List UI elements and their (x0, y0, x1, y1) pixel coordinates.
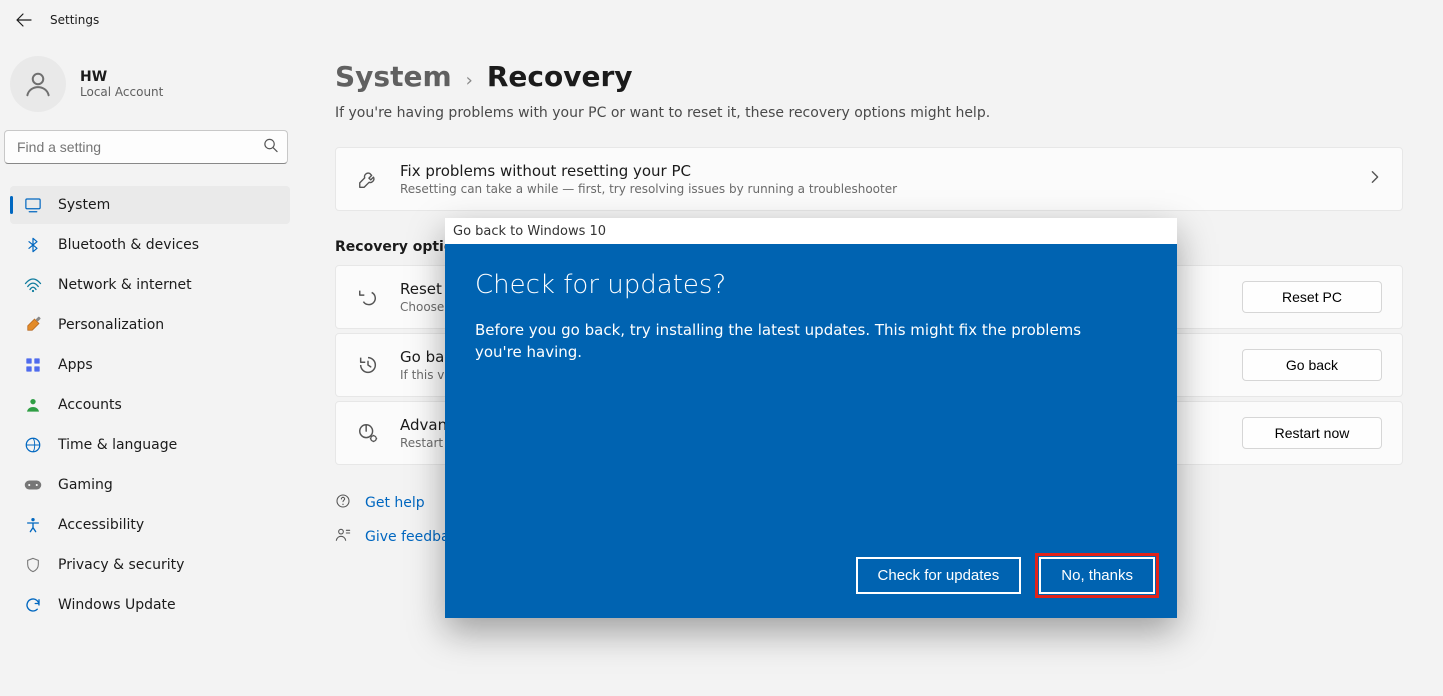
wrench-icon (356, 168, 380, 190)
apps-icon (24, 356, 42, 374)
sidebar-item-windows-update[interactable]: Windows Update (10, 586, 290, 624)
go-back-dialog: Go back to Windows 10 Check for updates?… (445, 218, 1177, 618)
no-thanks-button[interactable]: No, thanks (1039, 557, 1155, 594)
go-back-button[interactable]: Go back (1242, 349, 1382, 381)
history-icon (356, 354, 380, 376)
account-icon (24, 396, 42, 414)
update-icon (24, 596, 42, 614)
search-icon (263, 138, 278, 157)
sidebar: HW Local Account System Bluetooth & devi… (0, 40, 300, 696)
sidebar-item-accessibility[interactable]: Accessibility (10, 506, 290, 544)
sidebar-item-label: Network & internet (58, 277, 192, 293)
sidebar-item-label: Personalization (58, 317, 164, 333)
chevron-right-icon (1368, 170, 1382, 188)
user-subtitle: Local Account (80, 85, 163, 99)
sidebar-item-label: System (58, 197, 110, 213)
shield-icon (24, 556, 42, 574)
person-icon (23, 69, 53, 99)
network-icon (24, 276, 42, 294)
sidebar-item-apps[interactable]: Apps (10, 346, 290, 384)
bluetooth-icon (24, 236, 42, 254)
page-subhead: If you're having problems with your PC o… (335, 105, 1403, 121)
user-name: HW (80, 69, 163, 85)
window-title: Settings (50, 13, 99, 27)
feedback-icon (335, 527, 351, 547)
dialog-titlebar[interactable]: Go back to Windows 10 (445, 218, 1177, 244)
sidebar-item-label: Time & language (58, 437, 177, 453)
titlebar: Settings (0, 0, 1443, 40)
breadcrumb-parent[interactable]: System (335, 60, 452, 93)
breadcrumb: System › Recovery (335, 60, 1403, 93)
back-button[interactable] (10, 6, 38, 34)
sidebar-item-label: Accessibility (58, 517, 144, 533)
dialog-footer: Check for updates No, thanks (445, 557, 1177, 618)
sidebar-item-accounts[interactable]: Accounts (10, 386, 290, 424)
sidebar-item-bluetooth[interactable]: Bluetooth & devices (10, 226, 290, 264)
gaming-icon (24, 476, 42, 494)
dialog-heading: Check for updates? (475, 270, 1147, 300)
search-input[interactable] (4, 130, 288, 164)
card-subtitle: Resetting can take a while — first, try … (400, 182, 897, 196)
sidebar-item-label: Accounts (58, 397, 122, 413)
sidebar-item-label: Windows Update (58, 597, 176, 613)
page-title: Recovery (487, 60, 633, 93)
dialog-text: Before you go back, try installing the l… (475, 320, 1115, 364)
display-icon (24, 196, 42, 214)
sidebar-item-system[interactable]: System (10, 186, 290, 224)
arrow-left-icon (16, 12, 32, 28)
check-for-updates-button[interactable]: Check for updates (856, 557, 1022, 594)
search-wrap (4, 130, 290, 164)
sidebar-item-label: Apps (58, 357, 93, 373)
power-gear-icon (356, 422, 380, 444)
reset-icon (356, 286, 380, 308)
nav-list: System Bluetooth & devices Network & int… (4, 184, 296, 626)
chevron-right-icon: › (466, 70, 473, 91)
link-label: Get help (365, 495, 425, 511)
avatar (10, 56, 66, 112)
dialog-window-title: Go back to Windows 10 (453, 224, 606, 239)
card-title: Fix problems without resetting your PC (400, 162, 897, 180)
sidebar-item-network[interactable]: Network & internet (10, 266, 290, 304)
dialog-body: Check for updates? Before you go back, t… (445, 244, 1177, 557)
globe-clock-icon (24, 436, 42, 454)
sidebar-item-personalization[interactable]: Personalization (10, 306, 290, 344)
sidebar-item-time-language[interactable]: Time & language (10, 426, 290, 464)
help-icon (335, 493, 351, 513)
sidebar-item-privacy[interactable]: Privacy & security (10, 546, 290, 584)
reset-pc-button[interactable]: Reset PC (1242, 281, 1382, 313)
troubleshoot-card[interactable]: Fix problems without resetting your PC R… (335, 147, 1403, 211)
accessibility-icon (24, 516, 42, 534)
sidebar-item-label: Privacy & security (58, 557, 184, 573)
sidebar-item-gaming[interactable]: Gaming (10, 466, 290, 504)
sidebar-item-label: Bluetooth & devices (58, 237, 199, 253)
restart-now-button[interactable]: Restart now (1242, 417, 1382, 449)
user-block[interactable]: HW Local Account (4, 50, 296, 130)
sidebar-item-label: Gaming (58, 477, 113, 493)
paintbrush-icon (24, 316, 42, 334)
